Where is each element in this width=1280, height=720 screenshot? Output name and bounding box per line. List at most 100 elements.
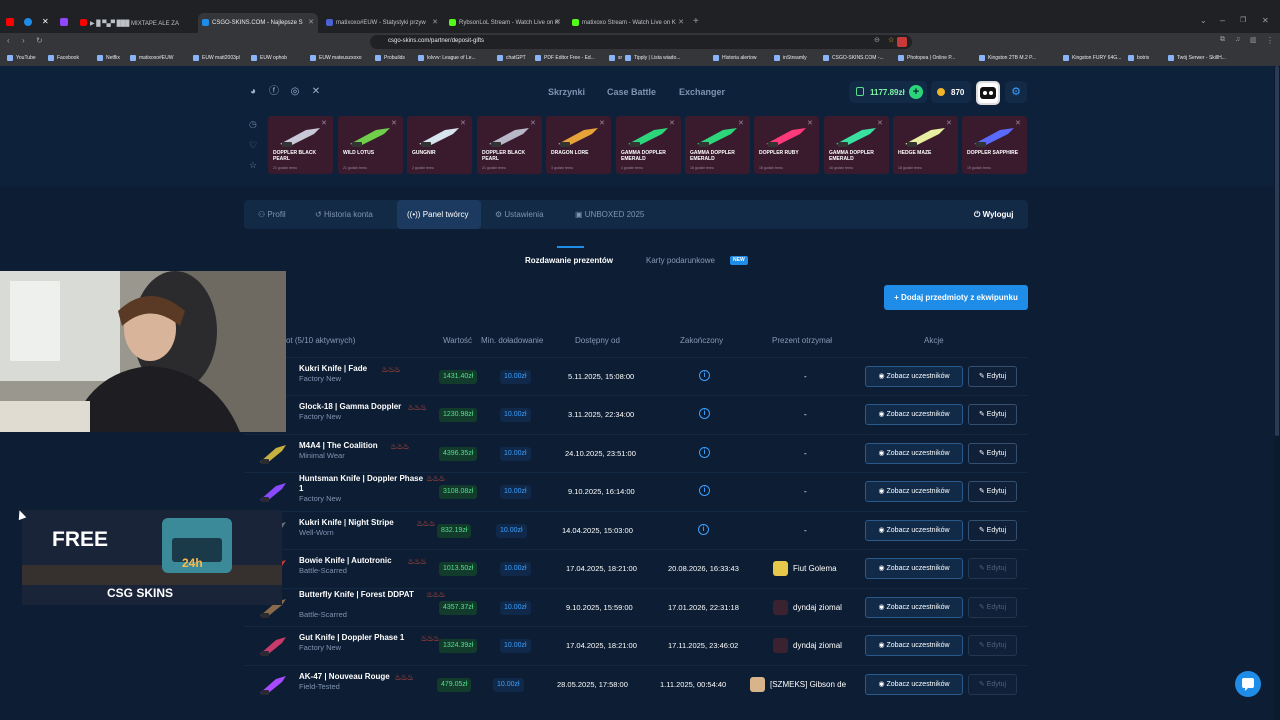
balance-display[interactable]: 1177.89zł +: [849, 81, 927, 103]
edit-button[interactable]: ✎ Edytuj: [968, 597, 1017, 618]
facebook-icon[interactable]: ⓕ: [267, 85, 281, 99]
edit-button[interactable]: ✎ Edytuj: [968, 404, 1017, 425]
bookmark-item[interactable]: EUW matt2003pl: [193, 55, 240, 61]
live-drop-card[interactable]: GUNGNIR 2 godzin temu ✕: [407, 116, 472, 174]
tab-giveaways[interactable]: Rozdawanie prezentów: [525, 256, 613, 265]
bookmark-item[interactable]: Historia alertow: [713, 55, 756, 61]
live-drop-card[interactable]: HEDGE MAZE 18 godzin temu ✕: [893, 116, 958, 174]
see-participants-button[interactable]: ◉ Zobacz uczestników: [865, 520, 963, 541]
minimize-icon[interactable]: –: [1220, 15, 1225, 25]
bookmark-item[interactable]: botrix: [1128, 55, 1149, 61]
nav-case-battle[interactable]: Case Battle: [607, 87, 656, 97]
tab-search-icon[interactable]: ⌄: [1200, 16, 1207, 25]
edit-button[interactable]: ✎ Edytuj: [968, 635, 1017, 656]
close-tab-icon[interactable]: ✕: [555, 18, 561, 26]
tab-creator-panel[interactable]: ((•)) Panel twórcy: [397, 200, 481, 229]
close-drop-icon[interactable]: ✕: [391, 119, 399, 127]
bookmark-item[interactable]: Netflix: [97, 55, 120, 61]
browser-tab[interactable]: matixoxo#EUW - Statystyki przyw ✕: [322, 13, 442, 33]
close-drop-icon[interactable]: ✕: [807, 119, 815, 127]
close-drop-icon[interactable]: ✕: [460, 119, 468, 127]
live-drop-card[interactable]: GAMMA DOPPLER EMERALD 4 godzin temu ✕: [616, 116, 681, 174]
nav-cases[interactable]: Skrzynki: [548, 87, 585, 97]
bookmark-item[interactable]: lolvvv: League of Le...: [418, 55, 476, 61]
restore-icon[interactable]: ❐: [1240, 16, 1246, 24]
tab-unboxed[interactable]: ▣ UNBOXED 2025: [575, 200, 644, 229]
live-drop-card[interactable]: GAMMA DOPPLER EMERALD 16 godzin temu ✕: [824, 116, 889, 174]
edit-button[interactable]: ✎ Edytuj: [968, 443, 1017, 464]
browser-tab[interactable]: RybsonLoL Stream - Watch Live on K ✕: [445, 13, 565, 33]
bookmark-item[interactable]: inStreamly: [774, 55, 807, 61]
bookmark-item[interactable]: Twój Serwer - SkillH...: [1168, 55, 1226, 61]
bookmark-item[interactable]: Kingston 2TB M.2 P...: [979, 55, 1036, 61]
see-participants-button[interactable]: ◉ Zobacz uczestników: [865, 443, 963, 464]
back-icon[interactable]: ‹: [7, 36, 10, 45]
x-social-icon[interactable]: ✕: [309, 85, 323, 99]
url-input[interactable]: csgo-skins.com/partner/deposit-gifts: [370, 35, 912, 49]
edit-button[interactable]: ✎ Edytuj: [968, 558, 1017, 579]
close-drop-icon[interactable]: ✕: [669, 119, 677, 127]
live-drop-card[interactable]: WILD LOTUS 21 godzin temu ✕: [338, 116, 403, 174]
close-tab-icon[interactable]: ✕: [678, 18, 684, 26]
scrollbar-thumb[interactable]: [1275, 66, 1279, 436]
twitch-icon[interactable]: [60, 18, 68, 26]
add-items-button[interactable]: + Dodaj przedmioty z ekwipunku: [884, 285, 1028, 310]
menu-icon[interactable]: ⋮: [1266, 36, 1274, 45]
tab-settings[interactable]: ⚙ Ustawienia: [495, 200, 544, 229]
live-drop-card[interactable]: DOPPLER BLACK PEARL 21 godzin temu ✕: [477, 116, 542, 174]
x-icon[interactable]: ✕: [42, 17, 49, 26]
page-scrollbar[interactable]: [1274, 66, 1280, 720]
bookmark-star-icon[interactable]: ☆: [888, 36, 894, 44]
discord-icon[interactable]: ◕: [246, 85, 260, 99]
bookmark-item[interactable]: EUW ophob: [251, 55, 287, 61]
bookmark-item[interactable]: EUW mateuszxoxo: [310, 55, 362, 61]
sidepanel-icon[interactable]: ▥: [1250, 36, 1257, 44]
bookmark-item[interactable]: sr: [609, 55, 622, 61]
close-drop-icon[interactable]: ✕: [321, 119, 329, 127]
live-drop-card[interactable]: DOPPLER RUBY 16 godzin temu ✕: [754, 116, 819, 174]
bookmark-item[interactable]: Photopea | Online P...: [898, 55, 955, 61]
reload-icon[interactable]: ↻: [36, 36, 43, 45]
bookmark-item[interactable]: CSGO-SKINS.COM -...: [823, 55, 884, 61]
see-participants-button[interactable]: ◉ Zobacz uczestników: [865, 558, 963, 579]
info-icon[interactable]: i: [699, 447, 710, 458]
bookmark-item[interactable]: PDF Editor Free - Ed...: [535, 55, 595, 61]
tab-account-history[interactable]: ↺ Historia konta: [315, 200, 373, 229]
see-participants-button[interactable]: ◉ Zobacz uczestników: [865, 674, 963, 695]
bookmark-item[interactable]: matixoxo#EUW: [130, 55, 173, 61]
favorite-star-icon[interactable]: ☆: [249, 160, 259, 170]
browser-tab-active[interactable]: CSGO-SKINS.COM - Najlepsze S ✕: [198, 13, 318, 33]
see-participants-button[interactable]: ◉ Zobacz uczestników: [865, 481, 963, 502]
see-participants-button[interactable]: ◉ Zobacz uczestników: [865, 635, 963, 656]
window-close-icon[interactable]: ✕: [1262, 16, 1269, 25]
bookmark-item[interactable]: chatGPT: [497, 55, 526, 61]
deposit-plus-button[interactable]: +: [909, 85, 923, 99]
live-drop-card[interactable]: GAMMA DOPPLER EMERALD 16 godzin temu ✕: [685, 116, 750, 174]
forward-icon[interactable]: ›: [22, 36, 25, 45]
see-participants-button[interactable]: ◉ Zobacz uczestników: [865, 404, 963, 425]
close-drop-icon[interactable]: ✕: [877, 119, 885, 127]
bookmark-item[interactable]: Kingston FURY 64G...: [1063, 55, 1121, 61]
media-icon[interactable]: ♫: [1235, 36, 1240, 43]
bookmark-item[interactable]: YouTube: [7, 55, 36, 61]
instagram-icon[interactable]: ◎: [288, 85, 302, 99]
coins-display[interactable]: 870: [931, 81, 971, 103]
recent-clock-icon[interactable]: ◷: [249, 119, 259, 129]
edit-button[interactable]: ✎ Edytuj: [968, 481, 1017, 502]
chat-bubble-icon[interactable]: [1235, 671, 1261, 697]
logout-button[interactable]: ⏻ Wyloguj: [974, 200, 1014, 229]
extensions-icon[interactable]: ⧉: [1220, 36, 1225, 44]
edit-button[interactable]: ✎ Edytuj: [968, 674, 1017, 695]
browser-tab[interactable]: matixoxo Stream - Watch Live on K ✕: [568, 13, 688, 33]
tab-profile[interactable]: ⚇ Profil: [258, 200, 286, 229]
bookmark-item[interactable]: Facebook: [48, 55, 79, 61]
youtube-icon[interactable]: [6, 18, 14, 26]
close-drop-icon[interactable]: ✕: [1015, 119, 1023, 127]
user-avatar[interactable]: [976, 81, 1000, 105]
info-icon[interactable]: i: [699, 485, 710, 496]
see-participants-button[interactable]: ◉ Zobacz uczestników: [865, 597, 963, 618]
edit-button[interactable]: ✎ Edytuj: [968, 520, 1017, 541]
info-icon[interactable]: i: [698, 524, 709, 535]
close-drop-icon[interactable]: ✕: [946, 119, 954, 127]
messenger-icon[interactable]: [24, 18, 32, 26]
